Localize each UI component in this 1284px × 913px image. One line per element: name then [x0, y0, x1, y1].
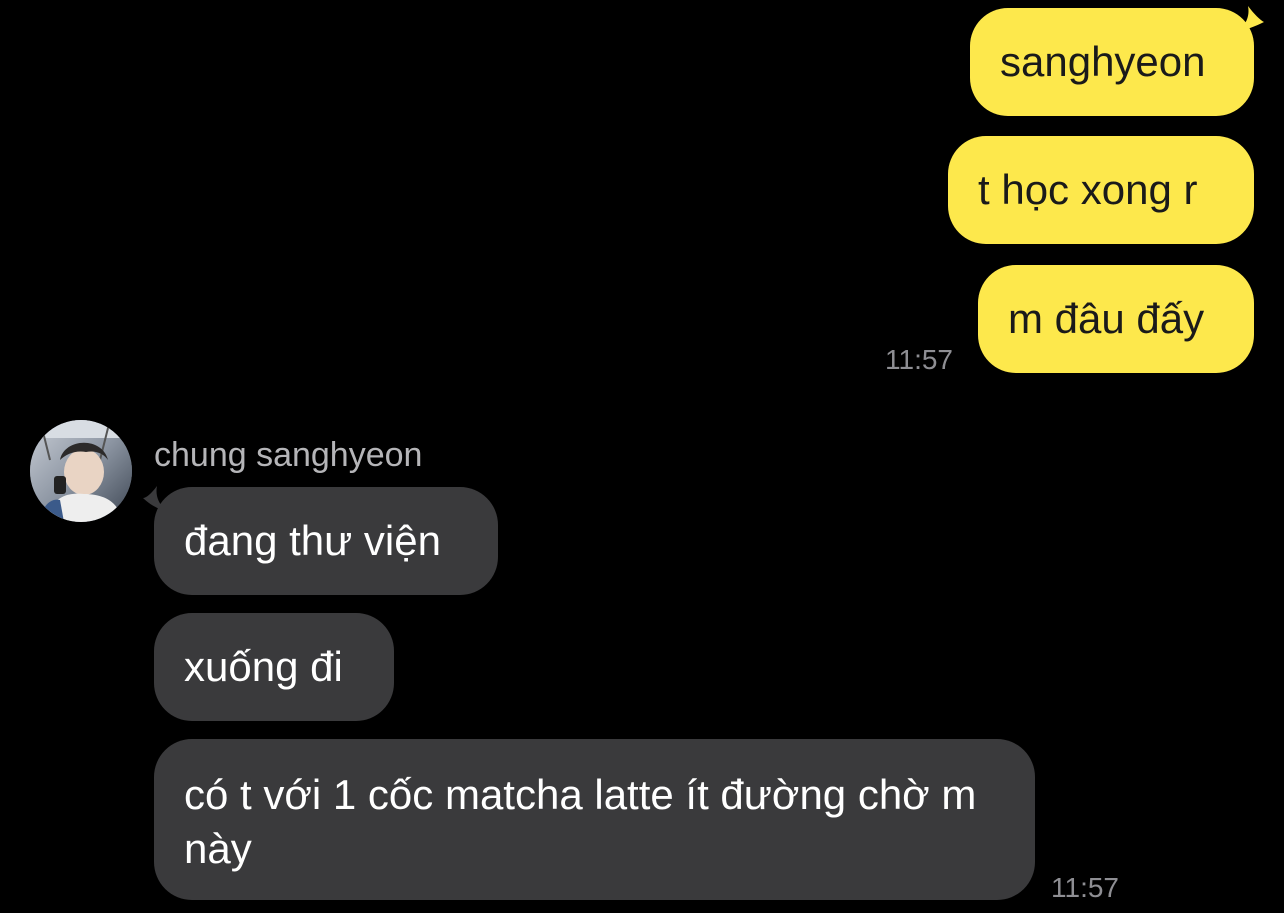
- sender-name: chung sanghyeon: [154, 436, 423, 474]
- message-timestamp: 11:57: [1051, 872, 1119, 903]
- message-text: đang thư viện: [184, 517, 441, 564]
- avatar-photo: [30, 420, 132, 522]
- message-text: có t với 1 cốc matcha latte ít đường chờ…: [184, 771, 977, 872]
- outgoing-message[interactable]: sanghyeon: [970, 8, 1254, 116]
- message-timestamp: 11:57: [885, 344, 953, 375]
- incoming-message[interactable]: đang thư viện: [154, 487, 498, 595]
- chat-thread[interactable]: sanghyeon t học xong r m đâu đấy 11:57 c…: [0, 0, 1284, 913]
- incoming-message[interactable]: có t với 1 cốc matcha latte ít đường chờ…: [154, 739, 1035, 900]
- message-text: t học xong r: [978, 166, 1198, 213]
- outgoing-message[interactable]: t học xong r: [948, 136, 1254, 244]
- sender-avatar[interactable]: [30, 420, 132, 522]
- incoming-message[interactable]: xuống đi: [154, 613, 394, 721]
- outgoing-message[interactable]: m đâu đấy: [978, 265, 1254, 373]
- message-text: xuống đi: [184, 643, 343, 690]
- message-text: sanghyeon: [1000, 38, 1206, 85]
- message-text: m đâu đấy: [1008, 295, 1205, 342]
